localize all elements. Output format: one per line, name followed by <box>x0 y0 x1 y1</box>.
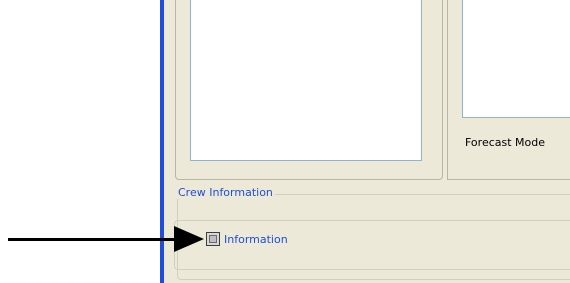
left-list-box[interactable] <box>190 0 422 161</box>
arrow-right-icon <box>8 238 178 241</box>
crew-information-group-label: Crew Information <box>176 186 275 199</box>
forecast-mode-label: Forecast Mode <box>465 136 546 149</box>
crew-information-checkbox[interactable] <box>206 232 220 246</box>
left-panel <box>175 0 443 180</box>
forecast-panel: Forecast Mode <box>447 0 570 180</box>
checkbox-inner <box>209 235 217 243</box>
crew-information-checkbox-label[interactable]: Information <box>224 233 288 246</box>
forecast-list-box[interactable] <box>462 0 570 118</box>
arrow-head-icon <box>174 226 204 252</box>
application-window: Forecast Mode Crew Information Informati… <box>160 0 570 283</box>
